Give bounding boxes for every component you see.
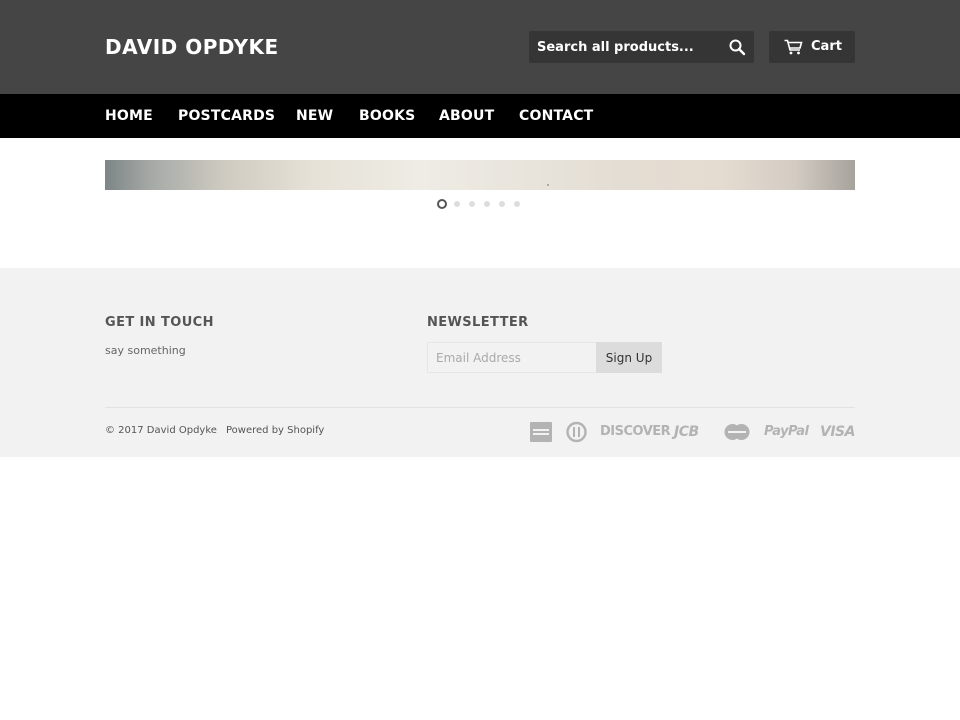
main-nav: HOME POSTCARDS NEW BOOKS ABOUT CONTACT [0,94,960,138]
nav-item-contact[interactable]: CONTACT [519,107,593,125]
cart-button[interactable]: Cart [769,31,855,63]
paypal-icon: PayPal [764,424,809,439]
newsletter-heading: NEWSLETTER [427,315,529,330]
slideshow-image[interactable] [105,160,855,190]
site-title[interactable]: DAVID OPDYKE [105,34,279,60]
nav-item-books[interactable]: BOOKS [359,107,415,125]
contact-text: say something [105,344,186,357]
american-express-icon [530,421,552,443]
powered-by-link[interactable]: Powered by Shopify [226,424,324,437]
footer-divider [105,407,855,408]
slide-dot-2[interactable] [454,201,460,207]
site-footer: GET IN TOUCH say something NEWSLETTER Si… [0,268,960,457]
sign-up-button[interactable]: Sign Up [596,342,662,373]
site-header: DAVID OPDYKE Cart [0,0,960,94]
search-input[interactable] [537,31,717,63]
master-icon [723,421,751,443]
search-icon[interactable] [728,38,746,56]
slide-dot-3[interactable] [469,201,475,207]
nav-item-new[interactable]: NEW [296,107,333,125]
email-field[interactable] [427,342,596,373]
slide-detail [547,184,549,186]
search-form [529,31,754,63]
slide-dot-1[interactable] [437,199,447,209]
slide-dot-4[interactable] [484,201,490,207]
visa-icon: VISA [820,424,855,440]
nav-item-about[interactable]: ABOUT [439,107,494,125]
jcb-icon: JCB [674,424,699,440]
get-in-touch-heading: GET IN TOUCH [105,315,214,330]
slide-dot-5[interactable] [499,201,505,207]
copyright-text: © 2017 David Opdyke [105,425,217,436]
nav-item-home[interactable]: HOME [105,107,153,125]
cart-label: Cart [811,39,842,54]
diners-club-icon [566,421,587,443]
nav-item-postcards[interactable]: POSTCARDS [178,107,275,125]
cart-icon [784,39,803,55]
discover-icon: DISCOVER [600,424,671,439]
slide-dot-6[interactable] [514,201,520,207]
